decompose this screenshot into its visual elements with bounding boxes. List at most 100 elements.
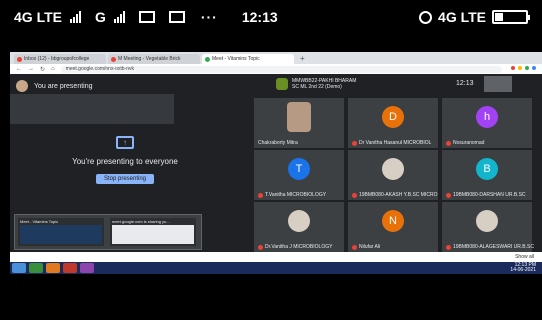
- participant-tile[interactable]: D Dr Vanitha Hasanul MICROBIOL: [348, 98, 438, 148]
- app-taskbar-icon[interactable]: [80, 263, 94, 273]
- share-window-preview: [112, 225, 194, 244]
- firefox-taskbar-icon[interactable]: [46, 263, 60, 273]
- participant-name: Dr.Vanitha J MICROBIOLOGY: [258, 244, 332, 250]
- clock: 12:13: [241, 9, 278, 25]
- gmail-icon: [111, 56, 116, 62]
- network-label-left: 4G LTE: [14, 9, 62, 25]
- extension-icons: [508, 66, 536, 72]
- extension-icon[interactable]: [525, 66, 529, 70]
- presenting-overlay: [10, 94, 174, 124]
- tab-inbox[interactable]: Inbox (12) - bbgroupofcollege: [14, 54, 106, 64]
- participant-name: 19BMB080-DARSHAN UR.B.SC: [446, 192, 526, 198]
- alarm-icon: [419, 10, 433, 24]
- mic-off-icon: [446, 192, 451, 198]
- self-view-tile[interactable]: [484, 76, 512, 92]
- meeting-time: 12:13: [456, 80, 474, 87]
- participant-photo: [288, 210, 310, 232]
- participant-tile[interactable]: h Nosuranomad: [442, 98, 532, 148]
- participant-tile[interactable]: 19BMB080-ALAGESWARI UR.B.SC: [442, 202, 534, 252]
- chrome-taskbar-icon[interactable]: [29, 263, 43, 273]
- address-bar: ← → ↻ ⌂ meet.google.com/nnx-oxtb-nvk: [10, 64, 542, 74]
- back-icon[interactable]: ←: [16, 66, 22, 72]
- signal-icon-2: [113, 11, 125, 23]
- share-window-thumb[interactable]: Meet - Vitamins Topic: [18, 218, 104, 246]
- message-icon: [138, 11, 155, 23]
- mic-off-icon: [446, 244, 451, 250]
- participant-grid: MMWBB22-PAKHI BHARAM SC ML 2nd 22 (Demo)…: [246, 74, 542, 252]
- extension-icon[interactable]: [532, 66, 536, 70]
- mic-off-icon: [352, 192, 357, 198]
- show-all-link[interactable]: Show all: [515, 254, 534, 260]
- participant-tile[interactable]: Dr.Vanitha J MICROBIOLOGY: [254, 202, 344, 252]
- participant-name: Nilufar Ali: [352, 244, 380, 250]
- participant-avatar: h: [476, 106, 498, 128]
- participant-tile[interactable]: T T.Vanitha MICROBIOLOGY: [254, 150, 344, 200]
- share-window-preview: [20, 225, 102, 244]
- share-window-caption: Meet - Vitamins Topic: [20, 219, 59, 224]
- mic-off-icon: [352, 140, 357, 146]
- share-window-thumb[interactable]: meet.google.com is sharing yo...: [110, 218, 196, 246]
- start-button[interactable]: [12, 263, 26, 273]
- participant-avatar: N: [382, 210, 404, 232]
- url-text: meet.google.com/nnx-oxtb-nvk: [65, 66, 135, 72]
- mic-off-icon: [446, 140, 451, 146]
- stop-presenting-button[interactable]: Stop presenting: [95, 174, 155, 184]
- tab-meeting[interactable]: M Meeting - Vegetable Brick: [108, 54, 200, 64]
- participant-avatar: T: [288, 158, 310, 180]
- participant-avatar: D: [382, 106, 404, 128]
- participant-name-text: 19BMB080-AKASH Y.B.SC MICRO: [359, 192, 438, 198]
- participant-name-text: Dr.Vanitha J MICROBIOLOGY: [265, 244, 333, 250]
- participant-tile[interactable]: Chakraborty Mitra: [254, 98, 344, 148]
- meeting-thumbnail: [276, 78, 288, 90]
- participant-name: 19BMB080-AKASH Y.B.SC MICRO: [352, 192, 437, 198]
- participant-name-text: Nilufar Ali: [359, 244, 381, 250]
- participant-name-text: Dr Vanitha Hasanul MICROBIOL: [359, 140, 432, 146]
- tab-label: Meet - Vitamins Topic: [212, 56, 260, 62]
- meeting-title: MMWBB22-PAKHI BHARAM SC ML 2nd 22 (Demo): [292, 78, 357, 90]
- participant-name: 19BMB080-ALAGESWARI UR.B.SC: [446, 244, 534, 250]
- participant-avatar: B: [476, 158, 498, 180]
- status-left: 4G LTE G ··· 12:13: [14, 9, 278, 25]
- phone-status-bar: 4G LTE G ··· 12:13 4G LTE: [0, 0, 542, 36]
- new-tab-button[interactable]: +: [300, 54, 305, 64]
- presenting-message: ↑ You're presenting to everyone Stop pre…: [50, 136, 200, 185]
- home-icon[interactable]: ⌂: [51, 66, 55, 72]
- participant-name-text: Nosuranomad: [453, 140, 485, 146]
- participant-name: Chakraborty Mitra: [258, 140, 298, 146]
- meet-icon: [205, 56, 210, 62]
- meet-content: You are presenting ↑ You're presenting t…: [10, 74, 542, 252]
- downloads-bar: Show all: [10, 252, 542, 262]
- participant-name-text: Chakraborty Mitra: [258, 140, 298, 146]
- window-switcher: Meet - Vitamins Topic meet.google.com is…: [14, 214, 202, 250]
- avatar: [16, 80, 28, 92]
- participant-photo: [476, 210, 498, 232]
- tab-meet[interactable]: Meet - Vitamins Topic: [202, 54, 294, 64]
- tab-label: M Meeting - Vegetable Brick: [118, 56, 181, 62]
- tab-bar: Inbox (12) - bbgroupofcollege M Meeting …: [10, 52, 542, 64]
- url-input[interactable]: meet.google.com/nnx-oxtb-nvk: [60, 65, 502, 73]
- participant-tile[interactable]: B 19BMB080-DARSHAN UR.B.SC: [442, 150, 532, 200]
- mic-off-icon: [258, 192, 263, 198]
- presenting-header: You are presenting: [16, 80, 93, 92]
- mic-off-icon: [352, 244, 357, 250]
- participant-photo: [287, 102, 311, 132]
- extension-icon[interactable]: [511, 66, 515, 70]
- more-notifications: ···: [200, 9, 218, 25]
- network-label-mid: G: [94, 9, 106, 25]
- mic-off-icon: [258, 244, 263, 250]
- extension-icon[interactable]: [518, 66, 522, 70]
- participant-tile[interactable]: 19BMB080-AKASH Y.B.SC MICRO: [348, 150, 438, 200]
- presenting-header-label: You are presenting: [34, 82, 93, 90]
- reload-icon[interactable]: ↻: [40, 66, 45, 73]
- participant-name: Dr Vanitha Hasanul MICROBIOL: [352, 140, 431, 146]
- participant-name: Nosuranomad: [446, 140, 484, 146]
- participant-tile[interactable]: N Nilufar Ali: [348, 202, 438, 252]
- participant-name-text: 19BMB080-ALAGESWARI UR.B.SC: [453, 244, 534, 250]
- presenting-to-everyone-text: You're presenting to everyone: [72, 157, 178, 166]
- tab-label: Inbox (12) - bbgroupofcollege: [24, 56, 90, 62]
- status-right: 4G LTE: [419, 9, 530, 25]
- signal-icon: [69, 11, 81, 23]
- folder-taskbar-icon[interactable]: [63, 263, 77, 273]
- forward-icon[interactable]: →: [28, 66, 34, 72]
- network-label-right: 4G LTE: [438, 9, 486, 25]
